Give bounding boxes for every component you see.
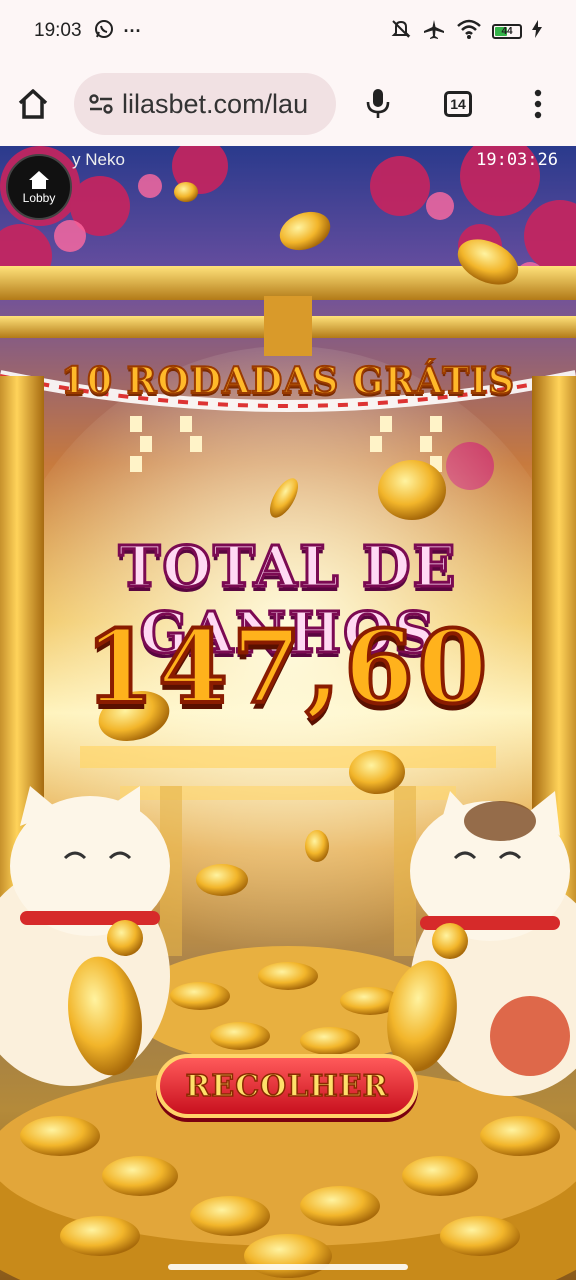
wifi-icon: [456, 18, 482, 45]
game-clock: 19:03:26: [476, 150, 558, 170]
mic-icon[interactable]: [364, 87, 392, 121]
airplane-icon: [422, 18, 446, 45]
menu-icon[interactable]: [534, 89, 542, 119]
game-title: y Neko: [72, 150, 125, 169]
home-icon: [28, 170, 50, 190]
whatsapp-icon: [94, 19, 114, 44]
collect-label: RECOLHER: [185, 1068, 389, 1105]
battery-level: 44: [501, 25, 513, 37]
site-settings-icon[interactable]: [88, 93, 114, 115]
tabs-button[interactable]: 14: [444, 91, 472, 117]
status-bar: 19:03 ··· 44: [0, 0, 576, 62]
mute-icon: [390, 18, 412, 45]
game-canvas[interactable]: Lobby y Neko 19:03:26 10 RODADAS GRÁTIS …: [0, 146, 576, 1280]
gesture-bar[interactable]: [168, 1264, 408, 1270]
total-winnings-amount: 147,60: [83, 606, 492, 728]
url-text[interactable]: lilasbet.com/lau: [122, 89, 308, 120]
address-bar[interactable]: lilasbet.com/lau: [74, 73, 336, 135]
more-notifications: ···: [123, 20, 142, 41]
status-time: 19:03: [34, 20, 82, 41]
home-icon[interactable]: [16, 87, 50, 121]
browser-toolbar: lilasbet.com/lau 14: [0, 62, 576, 146]
lobby-label: Lobby: [22, 190, 56, 205]
free-spins-banner: 10 RODADAS GRÁTIS: [60, 359, 515, 403]
collect-button[interactable]: RECOLHER: [156, 1054, 418, 1118]
battery-icon: 44: [492, 23, 522, 39]
lobby-button[interactable]: Lobby: [6, 154, 72, 220]
charging-icon: [532, 19, 542, 43]
